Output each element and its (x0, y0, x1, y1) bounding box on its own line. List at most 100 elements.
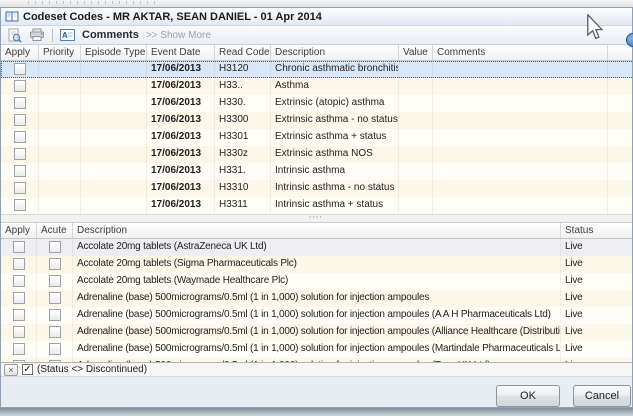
codes-row-cell-event_date: 17/06/2013 (147, 112, 215, 129)
apply-checkbox[interactable] (14, 165, 26, 177)
codes-row[interactable]: 17/06/2013H3311Intrinsic asthma + status (1, 197, 632, 214)
drugs-row-cell-description: Adrenaline (base) 500micrograms/0.5ml (1… (73, 341, 561, 358)
column-header-episode-type[interactable]: Episode Type (81, 45, 147, 60)
codes-row[interactable]: 17/06/2013H33..Asthma (1, 78, 632, 95)
print-preview-icon[interactable] (7, 28, 22, 43)
apply-checkbox[interactable] (13, 275, 25, 287)
apply-checkbox[interactable] (13, 309, 25, 321)
apply-checkbox[interactable] (13, 326, 25, 338)
codes-row-cell-comments (433, 95, 608, 112)
filter-checkbox[interactable]: ✓ (22, 364, 33, 375)
drugs-row[interactable]: Accolate 20mg tablets (Sigma Pharmaceuti… (1, 256, 632, 273)
drugs-row[interactable]: Adrenaline (base) 500micrograms/0.5ml (1… (1, 324, 632, 341)
apply-checkbox[interactable] (14, 80, 26, 92)
comments-button[interactable]: Comments (82, 29, 139, 41)
codes-row[interactable]: 17/06/2013H3310Intrinsic asthma - no sta… (1, 180, 632, 197)
comments-icon[interactable]: A (60, 29, 75, 41)
acute-checkbox[interactable] (49, 275, 61, 287)
codes-row-cell-priority (39, 95, 81, 112)
column-header-description[interactable]: Description (271, 45, 399, 60)
codes-row-cell-apply (1, 129, 39, 146)
codes-row-cell-event_date: 17/06/2013 (147, 95, 215, 112)
codes-row[interactable]: 17/06/2013H330.Extrinsic (atopic) asthma (1, 95, 632, 112)
apply-checkbox[interactable] (14, 199, 26, 211)
acute-checkbox[interactable] (49, 326, 61, 338)
codes-row-cell-priority (39, 163, 81, 180)
codes-row-cell-episode_type (81, 112, 147, 129)
drugs-row-cell-apply (1, 341, 37, 358)
acute-checkbox[interactable] (49, 258, 61, 270)
apply-checkbox[interactable] (14, 63, 26, 75)
apply-checkbox[interactable] (13, 258, 25, 270)
codes-row-cell-episode_type (81, 197, 147, 214)
codes-row-cell-apply (1, 163, 39, 180)
codes-row[interactable]: 17/06/2013H3120Chronic asthmatic bronchi… (1, 61, 632, 78)
apply-checkbox[interactable] (14, 97, 26, 109)
codes-row-cell-value (399, 112, 433, 129)
codes-row-cell-apply (1, 197, 39, 214)
acute-checkbox[interactable] (49, 241, 61, 253)
toolbar: A Comments >> Show More (1, 26, 632, 45)
apply-checkbox[interactable] (14, 148, 26, 160)
codes-row-cell-event_date: 17/06/2013 (147, 163, 215, 180)
codes-row[interactable]: 17/06/2013H330zExtrinsic asthma NOS (1, 146, 632, 163)
apply-checkbox[interactable] (14, 182, 26, 194)
help-button[interactable] (626, 33, 633, 47)
toolbar-tick-marks (28, 1, 158, 4)
ok-button[interactable]: OK (496, 385, 560, 407)
show-more-link[interactable]: >> Show More (146, 30, 211, 41)
codes-row-cell-priority (39, 129, 81, 146)
cancel-button[interactable]: Cancel (573, 385, 631, 407)
drugs-row-cell-description: Accolate 20mg tablets (Sigma Pharmaceuti… (73, 256, 561, 273)
drugs-row[interactable]: Adrenaline (base) 500micrograms/0.5ml (1… (1, 290, 632, 307)
apply-checkbox[interactable] (13, 343, 25, 355)
column-header-event-date[interactable]: Event Date (147, 45, 215, 60)
codes-row-cell-value (399, 163, 433, 180)
splitter-handle[interactable] (1, 214, 632, 223)
drugs-row[interactable]: Accolate 20mg tablets (AstraZeneca UK Lt… (1, 239, 632, 256)
drugs-row-cell-acute (37, 273, 73, 290)
column-header-apply[interactable]: Apply (1, 223, 37, 238)
remove-filter-button[interactable]: × (4, 364, 18, 376)
codes-row-cell-description: Intrinsic asthma (271, 163, 399, 180)
codes-row-cell-comments (433, 163, 608, 180)
acute-checkbox[interactable] (49, 343, 61, 355)
codes-row-cell-episode_type (81, 163, 147, 180)
drugs-row-cell-apply (1, 290, 37, 307)
drugs-row-cell-apply (1, 307, 37, 324)
acute-checkbox[interactable] (49, 292, 61, 304)
drugs-row-cell-apply (1, 324, 37, 341)
codes-row[interactable]: 17/06/2013H331.Intrinsic asthma (1, 163, 632, 180)
column-header-apply[interactable]: Apply (1, 45, 39, 60)
codes-row-cell-description: Intrinsic asthma + status (271, 197, 399, 214)
apply-checkbox[interactable] (13, 241, 25, 253)
column-header-status[interactable]: Status (561, 223, 633, 238)
column-header-read-code[interactable]: Read Code (215, 45, 271, 60)
drugs-row[interactable]: Adrenaline (base) 500micrograms/0.5ml (1… (1, 341, 632, 358)
codes-row-cell-event_date: 17/06/2013 (147, 180, 215, 197)
drugs-row-cell-apply (1, 273, 37, 290)
svg-text:A: A (62, 31, 68, 40)
print-icon[interactable] (29, 28, 45, 42)
column-header-description[interactable]: Description (73, 223, 561, 238)
codes-row-cell-event_date: 17/06/2013 (147, 61, 215, 78)
drugs-row-cell-acute (37, 341, 73, 358)
column-header-priority[interactable]: Priority (39, 45, 81, 60)
codes-row-cell-value (399, 146, 433, 163)
apply-checkbox[interactable] (14, 131, 26, 143)
column-header-value[interactable]: Value (399, 45, 433, 60)
codes-row-cell-event_date: 17/06/2013 (147, 129, 215, 146)
column-header-acute[interactable]: Acute (37, 223, 73, 238)
drugs-row[interactable]: Accolate 20mg tablets (Waymade Healthcar… (1, 273, 632, 290)
acute-checkbox[interactable] (49, 309, 61, 321)
codes-row[interactable]: 17/06/2013H3301Extrinsic asthma + status (1, 129, 632, 146)
codes-row-cell-value (399, 129, 433, 146)
codes-row[interactable]: 17/06/2013H3300Extrinsic asthma - no sta… (1, 112, 632, 129)
codes-row-cell-read_code: H3311 (215, 197, 271, 214)
drugs-row[interactable]: Adrenaline (base) 500micrograms/0.5ml (1… (1, 307, 632, 324)
column-header-comments[interactable]: Comments (433, 45, 608, 60)
codes-row-cell-comments (433, 61, 608, 78)
apply-checkbox[interactable] (14, 114, 26, 126)
apply-checkbox[interactable] (13, 292, 25, 304)
window-book-icon (5, 10, 19, 23)
